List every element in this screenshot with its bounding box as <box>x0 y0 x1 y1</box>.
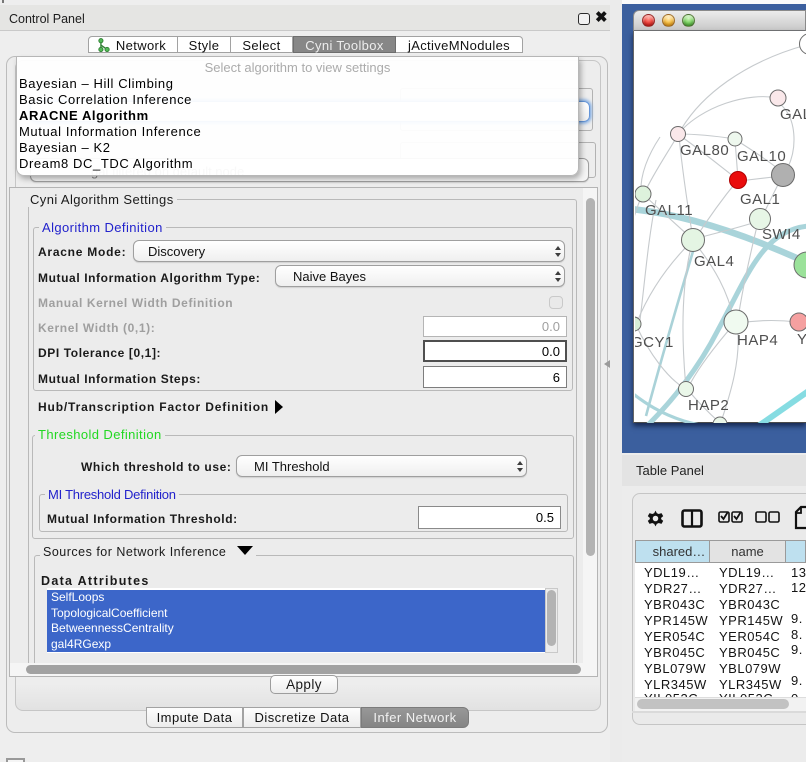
svg-text:GAL1: GAL1 <box>740 191 780 208</box>
svg-text:GAL10: GAL10 <box>737 148 786 165</box>
svg-text:GCY1: GCY1 <box>635 334 674 351</box>
svg-text:Y: Y <box>797 331 806 348</box>
svg-text:GAL4: GAL4 <box>694 253 734 270</box>
svg-text:SWI4: SWI4 <box>762 226 801 243</box>
svg-text:GAL11: GAL11 <box>645 202 693 219</box>
svg-text:HAP2: HAP2 <box>688 397 729 414</box>
svg-text:GAL7: GAL7 <box>780 106 806 123</box>
svg-text:GAL80: GAL80 <box>680 142 729 159</box>
svg-text:HAP4: HAP4 <box>737 332 778 349</box>
